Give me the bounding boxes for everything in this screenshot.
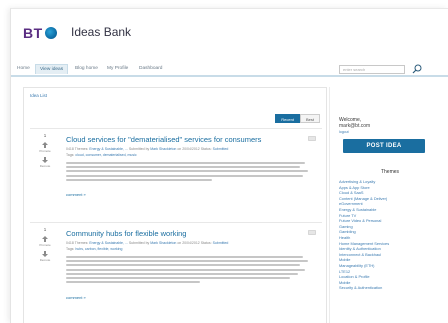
idea-submitted-label: Submitted by [128,147,150,151]
idea-date: on 20/04/2012 [177,241,200,245]
bt-logo[interactable]: BT [23,25,57,41]
idea-themes[interactable]: Energy & Sustainable, ... [89,147,128,151]
promote-icon[interactable] [41,235,49,243]
promote-label[interactable]: Promote [38,149,52,153]
idea-tags[interactable]: cloud, consumer, dematerialised, music [75,153,136,157]
idea-tags-label: Tags: [66,153,75,157]
idea-id: 0418 [66,147,74,151]
nav-blog-home[interactable]: Blog home [71,64,102,74]
idea-meta: 0418 Themes: Energy & Sustainable, ... S… [66,147,228,151]
tab-best[interactable]: Best [299,114,320,123]
logout-link[interactable]: logout [339,129,370,135]
idea-themes[interactable]: Energy & Sustainable, ... [89,241,128,245]
search-input[interactable]: enter search [339,65,405,74]
column-divider [329,87,330,323]
idea-id: 0418 [66,241,74,245]
nav-view-ideas[interactable]: View ideas [35,64,69,74]
idea-author[interactable]: Mark Shackleton [150,147,176,151]
demote-label[interactable]: Demote [38,258,52,262]
site-title: Ideas Bank [71,25,132,39]
idea-title[interactable]: Cloud services for "dematerialised" serv… [66,135,261,144]
nav-dashboard[interactable]: Dashboard [135,64,166,74]
theme-item[interactable]: Security & Authentication [339,285,441,291]
nav-home[interactable]: Home [13,64,34,74]
idea-list-panel: Idea List Recent Best 1 Promote Demote C… [23,87,327,323]
promote-label[interactable]: Promote [38,243,52,247]
idea-meta: 0418 Themes: Energy & Sustainable, ... S… [66,241,228,245]
idea-item: 1 Promote Demote Cloud services for "dem… [30,128,322,220]
site-header: BT Ideas Bank [11,9,448,57]
idea-tags-label: Tags: [66,247,75,251]
vote-column: 1 Promote Demote [38,129,52,168]
sort-tabs: Recent Best [275,114,320,123]
search-icon[interactable] [411,63,423,75]
demote-icon[interactable] [41,250,49,258]
bt-globe-icon [44,27,57,39]
sidebar: Welcome, mark@bt.com logout POST IDEA Th… [335,113,445,323]
themes-panel: Themes Advertising & Loyalty Apps & App … [339,169,441,323]
idea-status-label: Status: [200,241,212,245]
comment-link[interactable]: comment » [66,295,86,300]
idea-status[interactable]: Submitted [213,241,229,245]
comment-link[interactable]: comment » [66,192,86,197]
promote-icon[interactable] [41,141,49,149]
app-window: BT Ideas Bank Home View ideas Blog home … [10,8,448,323]
idea-description [66,162,310,183]
post-idea-button[interactable]: POST IDEA [343,139,425,153]
vote-column: 1 Promote Demote [38,223,52,262]
bt-logo-text: BT [23,25,43,41]
comment-bubble-icon [308,136,316,141]
vote-count: 1 [43,227,47,232]
idea-themes-label: Themes: [74,147,89,151]
idea-tags-row: Tags: hubs, carbon, flexible, working [66,247,122,251]
tab-recent[interactable]: Recent [275,114,300,123]
welcome-block: Welcome, mark@bt.com logout [339,117,370,135]
comment-bubble-icon [308,230,316,235]
breadcrumb[interactable]: Idea List [30,93,47,98]
themes-title: Themes [380,169,400,175]
idea-status-label: Status: [200,147,212,151]
idea-date: on 20/04/2012 [177,147,200,151]
idea-author[interactable]: Mark Shackleton [150,241,176,245]
idea-themes-label: Themes: [74,241,89,245]
idea-description [66,256,310,285]
idea-tags[interactable]: hubs, carbon, flexible, working [75,247,122,251]
idea-tags-row: Tags: cloud, consumer, dematerialised, m… [66,153,137,157]
main-nav: Home View ideas Blog home My Profile Das… [11,63,448,77]
idea-submitted-label: Submitted by [128,241,150,245]
nav-my-profile[interactable]: My Profile [103,64,132,74]
demote-label[interactable]: Demote [38,164,52,168]
idea-status[interactable]: Submitted [213,147,229,151]
vote-count: 1 [43,133,47,138]
idea-item: 1 Promote Demote Community hubs for flex… [30,222,322,323]
idea-title[interactable]: Community hubs for flexible working [66,229,186,238]
demote-icon[interactable] [41,156,49,164]
